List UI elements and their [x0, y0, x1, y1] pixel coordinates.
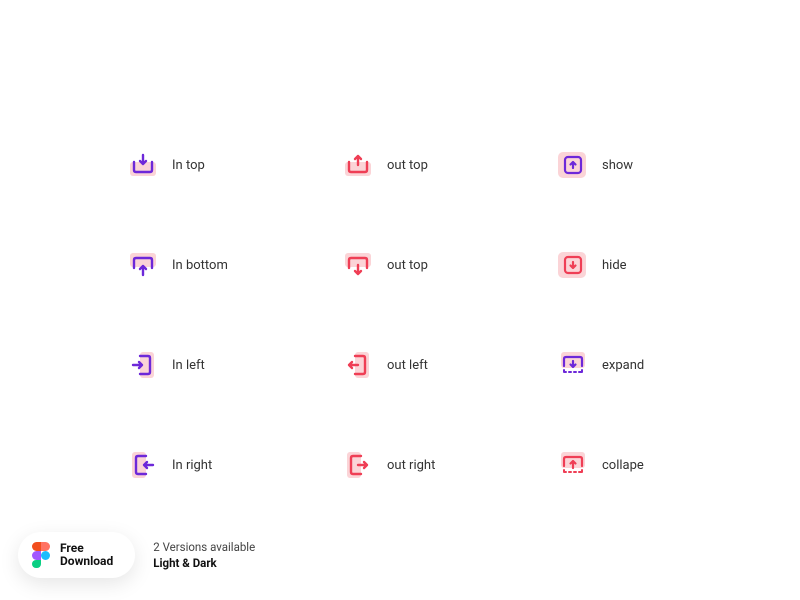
figma-icon — [32, 542, 50, 568]
label-out-left: out left — [387, 358, 428, 373]
in-bottom-icon — [128, 250, 158, 280]
in-top-icon — [128, 150, 158, 180]
hide-icon — [558, 250, 588, 280]
cell-hide: hide — [558, 215, 738, 315]
free-download-button[interactable]: Free Download — [18, 532, 135, 578]
cell-out-top: out top — [343, 115, 558, 215]
download-line2: Download — [60, 555, 113, 568]
cell-out-top-2: out top — [343, 215, 558, 315]
label-in-top: In top — [172, 158, 205, 173]
download-line1: Free — [60, 542, 113, 555]
cell-in-top: In top — [128, 115, 343, 215]
show-icon — [558, 150, 588, 180]
out-right-icon — [343, 450, 373, 480]
cell-out-right: out right — [343, 415, 558, 515]
versions-line1: 2 Versions available — [153, 539, 255, 555]
cell-out-left: out left — [343, 315, 558, 415]
label-collapse: collape — [602, 458, 644, 473]
label-out-top: out top — [387, 158, 428, 173]
out-top-icon — [343, 150, 373, 180]
label-expand: expand — [602, 358, 644, 373]
cell-expand: expand — [558, 315, 738, 415]
versions-text: 2 Versions available Light & Dark — [153, 539, 255, 571]
footer: Free Download 2 Versions available Light… — [18, 532, 255, 578]
label-in-right: In right — [172, 458, 212, 473]
in-right-icon — [128, 450, 158, 480]
label-out-top-2: out top — [387, 258, 428, 273]
label-out-right: out right — [387, 458, 435, 473]
collapse-icon — [558, 450, 588, 480]
cell-show: show — [558, 115, 738, 215]
out-bottom-icon — [343, 250, 373, 280]
expand-icon — [558, 350, 588, 380]
label-hide: hide — [602, 258, 627, 273]
icon-grid: In top out top show — [128, 115, 738, 515]
cell-in-right: In right — [128, 415, 343, 515]
cell-in-left: In left — [128, 315, 343, 415]
cell-in-bottom: In bottom — [128, 215, 343, 315]
download-text: Free Download — [60, 542, 113, 568]
in-left-icon — [128, 350, 158, 380]
label-in-left: In left — [172, 358, 205, 373]
out-left-icon — [343, 350, 373, 380]
cell-collapse: collape — [558, 415, 738, 515]
label-show: show — [602, 158, 633, 173]
versions-line2: Light & Dark — [153, 555, 255, 571]
label-in-bottom: In bottom — [172, 258, 228, 273]
